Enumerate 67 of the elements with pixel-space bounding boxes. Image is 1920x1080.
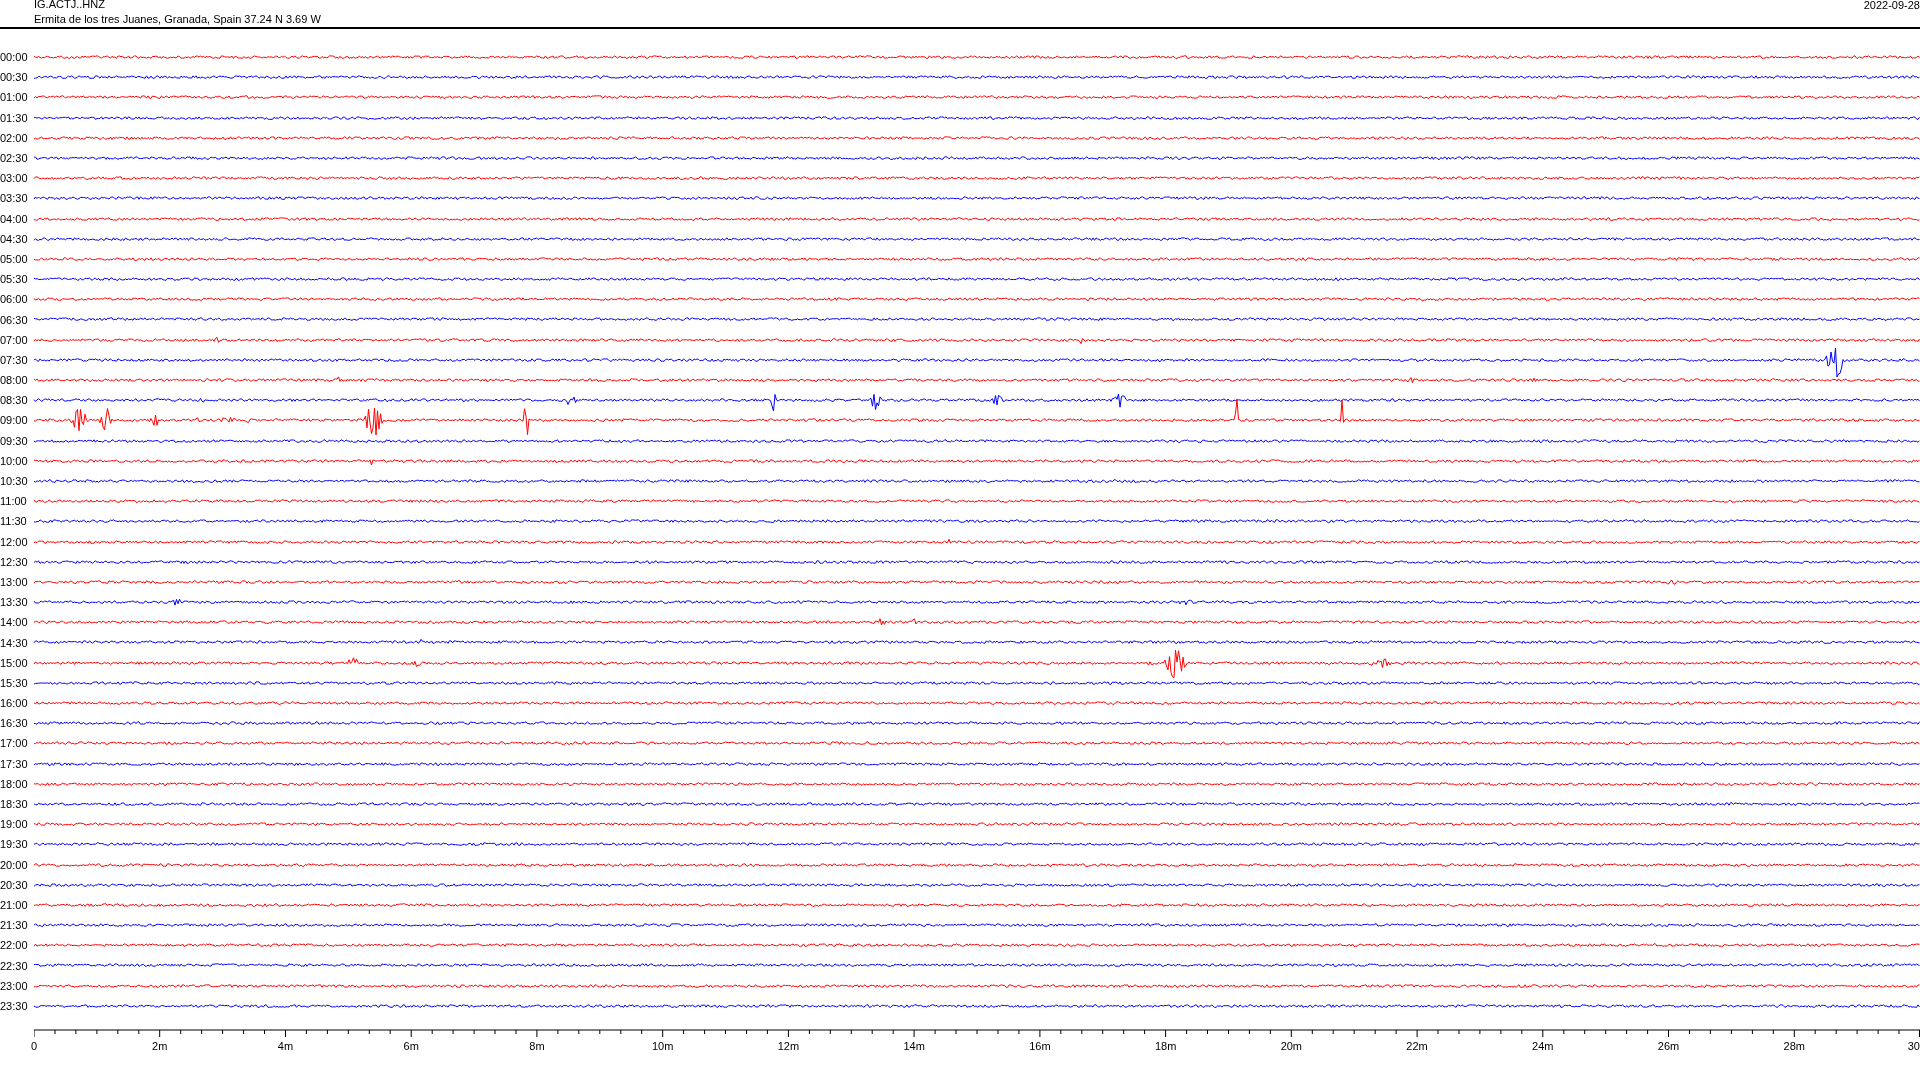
tick-label: 28m	[1783, 1039, 1805, 1053]
time-label: 00:30	[0, 71, 29, 84]
tick-label: 24m	[1532, 1039, 1554, 1053]
time-label: 22:30	[0, 959, 29, 972]
tick-label: 4m	[277, 1039, 294, 1053]
date-label: 2022-09-28	[1863, 0, 1920, 12]
time-label: 09:30	[0, 434, 29, 447]
time-label: 14:30	[0, 636, 29, 649]
time-label: 12:00	[0, 535, 29, 548]
time-label: 15:00	[0, 656, 29, 669]
tick-label: 2m	[152, 1039, 168, 1053]
time-label: 06:00	[0, 293, 29, 306]
time-label: 11:30	[0, 515, 28, 528]
time-label: 17:00	[0, 737, 29, 750]
time-label: 07:30	[0, 353, 29, 366]
time-label: 08:30	[0, 394, 29, 407]
tick-label: 26m	[1657, 1039, 1680, 1053]
time-label: 10:00	[0, 454, 29, 467]
time-label: 13:00	[0, 575, 29, 588]
tick-label: 10m	[651, 1039, 674, 1053]
time-label: 09:00	[0, 414, 29, 427]
tick-label: 22m	[1406, 1039, 1428, 1053]
time-label: 18:00	[0, 777, 29, 790]
time-label: 16:30	[0, 717, 29, 730]
station-location: Ermita de los tres Juanes, Granada, Spain 37.24 N 3.69 W	[34, 12, 321, 26]
time-label: 23:00	[0, 979, 29, 992]
time-label: 05:00	[0, 252, 29, 265]
tick-label: 8m	[529, 1039, 545, 1053]
time-label: 14:00	[0, 616, 29, 629]
time-label: 00:00	[0, 51, 29, 64]
time-label: 18:30	[0, 798, 29, 811]
time-label: 21:00	[0, 898, 29, 911]
tick-label: 30	[1907, 1039, 1920, 1053]
tick-label: 12m	[777, 1039, 800, 1053]
station-code: IG.ACTJ..HNZ	[34, 0, 105, 11]
time-label: 01:00	[0, 91, 29, 104]
time-label: 19:30	[0, 838, 29, 851]
time-label: 04:30	[0, 232, 29, 245]
time-label: 20:00	[0, 858, 29, 871]
time-label: 17:30	[0, 757, 29, 770]
time-label: 23:30	[0, 999, 29, 1012]
tick-label: 18m	[1154, 1039, 1177, 1053]
time-label: 03:30	[0, 192, 29, 205]
time-label: 08:00	[0, 374, 29, 387]
tick-label: 0	[31, 1039, 38, 1053]
tick-label: 6m	[403, 1039, 419, 1053]
time-label: 02:30	[0, 152, 29, 165]
time-label: 06:30	[0, 313, 29, 326]
time-label: 02:00	[0, 131, 29, 144]
time-label: 21:30	[0, 919, 29, 932]
time-label: 11:00	[0, 495, 28, 508]
time-label: 05:30	[0, 273, 29, 286]
time-label: 22:00	[0, 939, 29, 952]
time-label: 10:30	[0, 475, 29, 488]
tick-label: 20m	[1280, 1039, 1303, 1053]
time-label: 12:30	[0, 555, 29, 568]
time-label: 01:30	[0, 111, 29, 124]
time-label: 16:00	[0, 697, 29, 710]
tick-label: 14m	[903, 1039, 925, 1053]
time-label: 13:30	[0, 596, 29, 609]
time-label: 04:00	[0, 212, 29, 225]
time-label: 20:30	[0, 878, 29, 891]
time-label: 03:00	[0, 172, 29, 185]
tick-label: 16m	[1029, 1039, 1051, 1053]
time-label: 07:00	[0, 333, 29, 346]
time-label: 15:30	[0, 676, 29, 689]
time-label: 19:00	[0, 818, 29, 831]
